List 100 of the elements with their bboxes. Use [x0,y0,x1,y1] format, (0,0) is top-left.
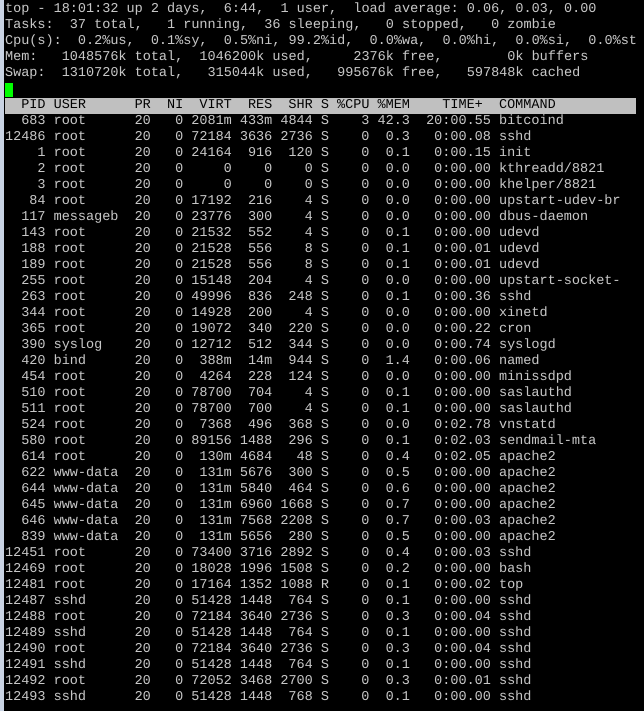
table-cell: upstart-socket- [498,274,621,289]
table-cell: 15148 [191,274,232,289]
table-cell: 0 [175,562,184,577]
table-cell: 51428 [191,594,232,609]
status-line: Swap: 1310720k total, 315044k used, 995676k free, 597848k cached [5,66,580,82]
table-cell: root [54,418,86,433]
table-cell: apache2 [498,498,556,513]
table-cell: 0.1 [386,146,410,161]
table-cell: 0 [175,482,184,497]
table-cell: S [320,146,329,161]
table-cell: sshd [54,658,86,673]
table-cell: xinetd [498,306,548,321]
table-cell: 0 [175,434,184,449]
table-cell: 20 [134,530,151,545]
table-cell: S [320,194,329,209]
table-cell: 20 [134,162,151,177]
table-cell: 189 [21,258,46,273]
table-cell: root [54,146,86,161]
table-cell: 1448 [240,626,272,641]
table-cell: S [320,114,329,129]
table-cell: 18028 [191,562,232,577]
table-cell: 20 [134,146,151,161]
table-cell: 0 [175,546,184,561]
table-cell: 0:00.04 [434,642,491,657]
table-cell: 0 [175,194,184,209]
table-cell: apache2 [498,482,556,497]
table-cell: 646 [21,514,46,529]
table-cell: root [54,178,86,193]
table-cell: 0.3 [386,642,410,657]
table-cell: 512 [248,338,272,353]
table-cell: 1668 [280,498,313,513]
table-cell: 4 [304,226,313,241]
column-header: PR [134,98,151,113]
table-cell: 0 [175,130,184,145]
table-cell: 0:00.00 [434,210,491,225]
table-cell: 0:00.00 [434,466,491,481]
table-cell: 0.7 [386,498,410,513]
table-cell: S [320,642,329,657]
table-cell: 131m [199,498,232,513]
table-cell: 0:00.01 [434,242,491,257]
table-cell: 20 [134,658,151,673]
table-cell: 0:00.03 [434,546,491,561]
table-cell: khelper/8821 [498,178,596,193]
table-cell: 0 [361,434,370,449]
table-cell: 622 [21,466,46,481]
table-cell: root [54,450,86,465]
table-cell: 0 [175,498,184,513]
table-cell: 0 [361,562,370,577]
table-cell: 130m [199,450,232,465]
table-cell: 0 [175,594,184,609]
table-cell: www-data [54,498,118,513]
table-cell: 0 [361,306,370,321]
table-cell: 0:00.22 [434,322,491,337]
table-cell: 4684 [240,450,272,465]
table-cell: 84 [29,194,46,209]
table-cell: 0:00.01 [434,674,491,689]
table-cell: 20 [134,466,151,481]
table-cell: 131m [199,482,232,497]
table-cell: 0:00.00 [434,626,491,641]
table-cell: 20 [134,242,151,257]
table-cell: 0.1 [386,290,410,305]
table-cell: kthreadd/8821 [498,162,604,177]
table-cell: 645 [21,498,46,513]
table-cell: S [320,498,329,513]
table-cell: 78700 [191,402,232,417]
table-cell: root [54,578,86,593]
table-cell: 72184 [191,130,232,145]
table-cell: udevd [498,226,540,241]
table-cell: named [498,354,540,369]
table-cell: S [320,594,329,609]
table-cell: 764 [288,594,313,609]
table-cell: 0 [175,418,184,433]
table-cell: 7368 [199,418,232,433]
table-cell: 0.1 [386,434,410,449]
table-cell: 0:00.15 [434,146,491,161]
table-cell: 263 [21,290,46,305]
table-cell: 0 [175,226,184,241]
table-cell: 454 [21,370,46,385]
table-cell: 131m [199,514,232,529]
table-cell: 0 [304,162,313,177]
table-cell: 4 [304,274,313,289]
table-cell: S [320,162,329,177]
table-cell: 20 [134,274,151,289]
table-cell: 12492 [5,674,46,689]
table-cell: udevd [498,258,540,273]
table-cell: 0.0 [386,418,410,433]
table-cell: 0:00.03 [434,514,491,529]
table-cell: 0 [361,178,370,193]
table-cell: 3640 [240,610,272,625]
table-cell: 20 [134,418,151,433]
table-cell: 0:00.00 [434,658,491,673]
table-cell: 0 [361,226,370,241]
table-cell: sshd [498,690,532,705]
table-cell: 131m [199,530,232,545]
table-cell: 0 [361,610,370,625]
table-cell: 0 [175,162,184,177]
table-cell: sshd [498,610,532,625]
table-cell: 4 [304,194,313,209]
table-cell: S [320,402,329,417]
table-cell: S [320,562,329,577]
